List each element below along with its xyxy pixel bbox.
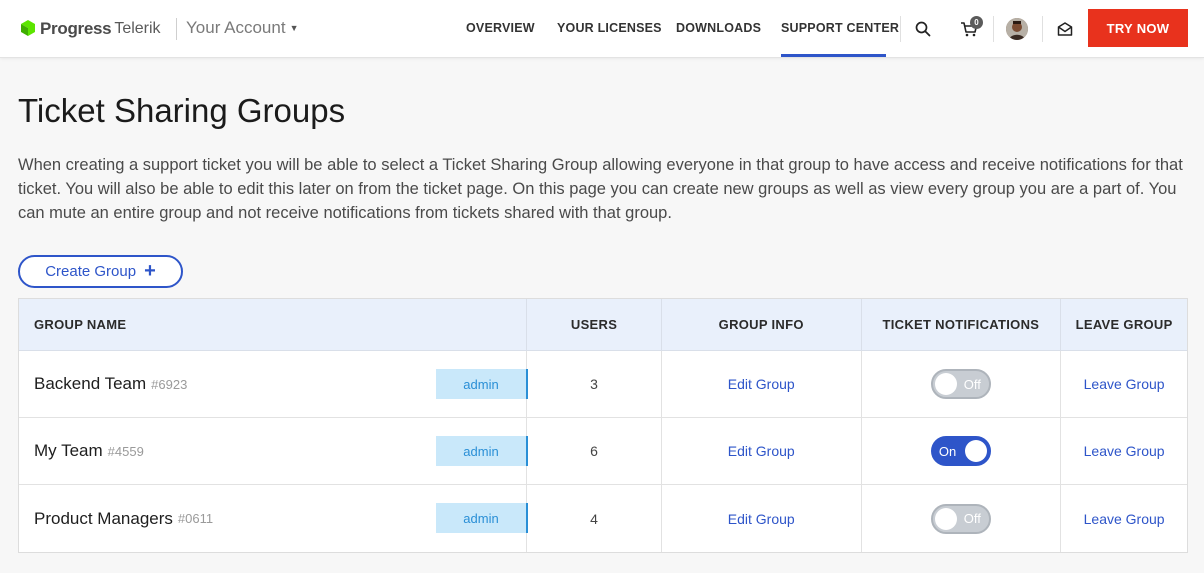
nav-overview[interactable]: OVERVIEW bbox=[466, 21, 535, 35]
table-row: Backend Team #6923 admin 3 Edit Group Of… bbox=[19, 351, 1187, 418]
admin-badge: admin bbox=[436, 503, 528, 533]
header-divider bbox=[1042, 16, 1043, 42]
toggle-state: Off bbox=[963, 376, 981, 392]
toggle-knob bbox=[934, 507, 957, 530]
header-divider bbox=[900, 16, 901, 42]
nav-your-licenses[interactable]: YOUR LICENSES bbox=[557, 21, 662, 35]
edit-group-link[interactable]: Edit Group bbox=[728, 511, 795, 527]
logo-divider bbox=[176, 18, 177, 40]
edit-group-link[interactable]: Edit Group bbox=[728, 443, 795, 459]
account-menu[interactable]: Your Account ▼ bbox=[186, 18, 298, 38]
header-divider bbox=[993, 16, 994, 42]
admin-badge: admin bbox=[436, 369, 528, 399]
group-name: Backend Team bbox=[34, 374, 147, 393]
leave-group-cell: Leave Group bbox=[1061, 351, 1187, 417]
progress-telerik-logo[interactable]: Progress Telerik bbox=[18, 18, 161, 40]
group-id: #4559 bbox=[107, 443, 144, 459]
cart-count-badge: 0 bbox=[970, 16, 983, 29]
progress-logo-icon bbox=[21, 20, 35, 36]
toggle-state: Off bbox=[963, 511, 981, 526]
group-name-cell: My Team #4559 admin bbox=[19, 418, 528, 484]
notifications-cell: Off bbox=[862, 485, 1062, 552]
caret-down-icon: ▼ bbox=[289, 23, 299, 33]
group-name: Product Managers bbox=[34, 508, 173, 528]
groups-table: GROUP NAME USERS GROUP INFO TICKET NOTIF… bbox=[18, 298, 1188, 553]
users-cell: 3 bbox=[527, 351, 662, 417]
create-group-button[interactable]: Create Group + bbox=[18, 255, 183, 288]
leave-group-cell: Leave Group bbox=[1061, 485, 1187, 552]
toggle-knob bbox=[934, 373, 957, 395]
nav-active-indicator bbox=[781, 54, 886, 57]
group-info-cell: Edit Group bbox=[662, 485, 862, 552]
group-id: #0611 bbox=[177, 511, 214, 526]
group-id: #6923 bbox=[151, 376, 188, 392]
group-name: My Team bbox=[34, 441, 103, 460]
search-icon[interactable] bbox=[912, 18, 934, 40]
table-header-row: GROUP NAME USERS GROUP INFO TICKET NOTIF… bbox=[19, 299, 1187, 351]
notifications-cell: On bbox=[862, 418, 1062, 484]
header-group-name: GROUP NAME bbox=[19, 299, 528, 350]
account-label: Your Account bbox=[186, 18, 286, 37]
user-count: 6 bbox=[590, 443, 598, 459]
notifications-cell: Off bbox=[862, 351, 1062, 417]
try-now-button[interactable]: TRY NOW bbox=[1088, 9, 1188, 47]
user-count: 4 bbox=[590, 510, 598, 527]
product-name: Telerik bbox=[114, 20, 161, 37]
header-group-info: GROUP INFO bbox=[662, 299, 862, 350]
users-cell: 6 bbox=[527, 418, 662, 484]
page-description: When creating a support ticket you will … bbox=[18, 156, 1183, 222]
header-leave-group: LEAVE GROUP bbox=[1075, 317, 1173, 332]
admin-badge: admin bbox=[436, 436, 528, 466]
header-ticket-notifications: TICKET NOTIFICATIONS bbox=[862, 299, 1062, 350]
users-cell: 4 bbox=[527, 485, 662, 552]
mail-icon[interactable] bbox=[1054, 18, 1076, 40]
user-avatar[interactable] bbox=[1006, 18, 1028, 40]
notifications-toggle[interactable]: Off bbox=[930, 503, 991, 534]
page-title: Ticket Sharing Groups bbox=[18, 92, 346, 129]
brand-name: Progress bbox=[40, 19, 112, 38]
table-row: My Team #4559 admin 6 Edit Group On Leav… bbox=[19, 418, 1187, 485]
top-header: Progress Telerik Your Account ▼ OVERVIEW… bbox=[0, 0, 1204, 58]
nav-support-center[interactable]: SUPPORT CENTER bbox=[781, 21, 899, 35]
create-group-label: Create Group bbox=[45, 263, 137, 280]
edit-group-link[interactable]: Edit Group bbox=[728, 376, 795, 392]
nav-downloads[interactable]: DOWNLOADS bbox=[676, 21, 761, 35]
plus-icon: + bbox=[144, 259, 156, 282]
group-name-cell: Backend Team #6923 admin bbox=[19, 351, 528, 417]
leave-group-link[interactable]: Leave Group bbox=[1084, 511, 1165, 527]
notifications-toggle[interactable]: Off bbox=[930, 369, 991, 399]
leave-group-cell: Leave Group bbox=[1061, 418, 1187, 484]
header-users: USERS bbox=[527, 299, 662, 350]
group-info-cell: Edit Group bbox=[662, 418, 862, 484]
leave-group-link[interactable]: Leave Group bbox=[1084, 376, 1165, 392]
group-name-cell: Product Managers #0611 admin bbox=[19, 485, 528, 552]
user-count: 3 bbox=[590, 376, 598, 392]
toggle-knob bbox=[964, 440, 987, 462]
group-info-cell: Edit Group bbox=[662, 351, 862, 417]
leave-group-link[interactable]: Leave Group bbox=[1084, 443, 1165, 459]
notifications-toggle[interactable]: On bbox=[930, 436, 991, 466]
toggle-state: On bbox=[938, 443, 957, 459]
table-row: Product Managers #0611 admin 4 Edit Grou… bbox=[19, 485, 1187, 552]
